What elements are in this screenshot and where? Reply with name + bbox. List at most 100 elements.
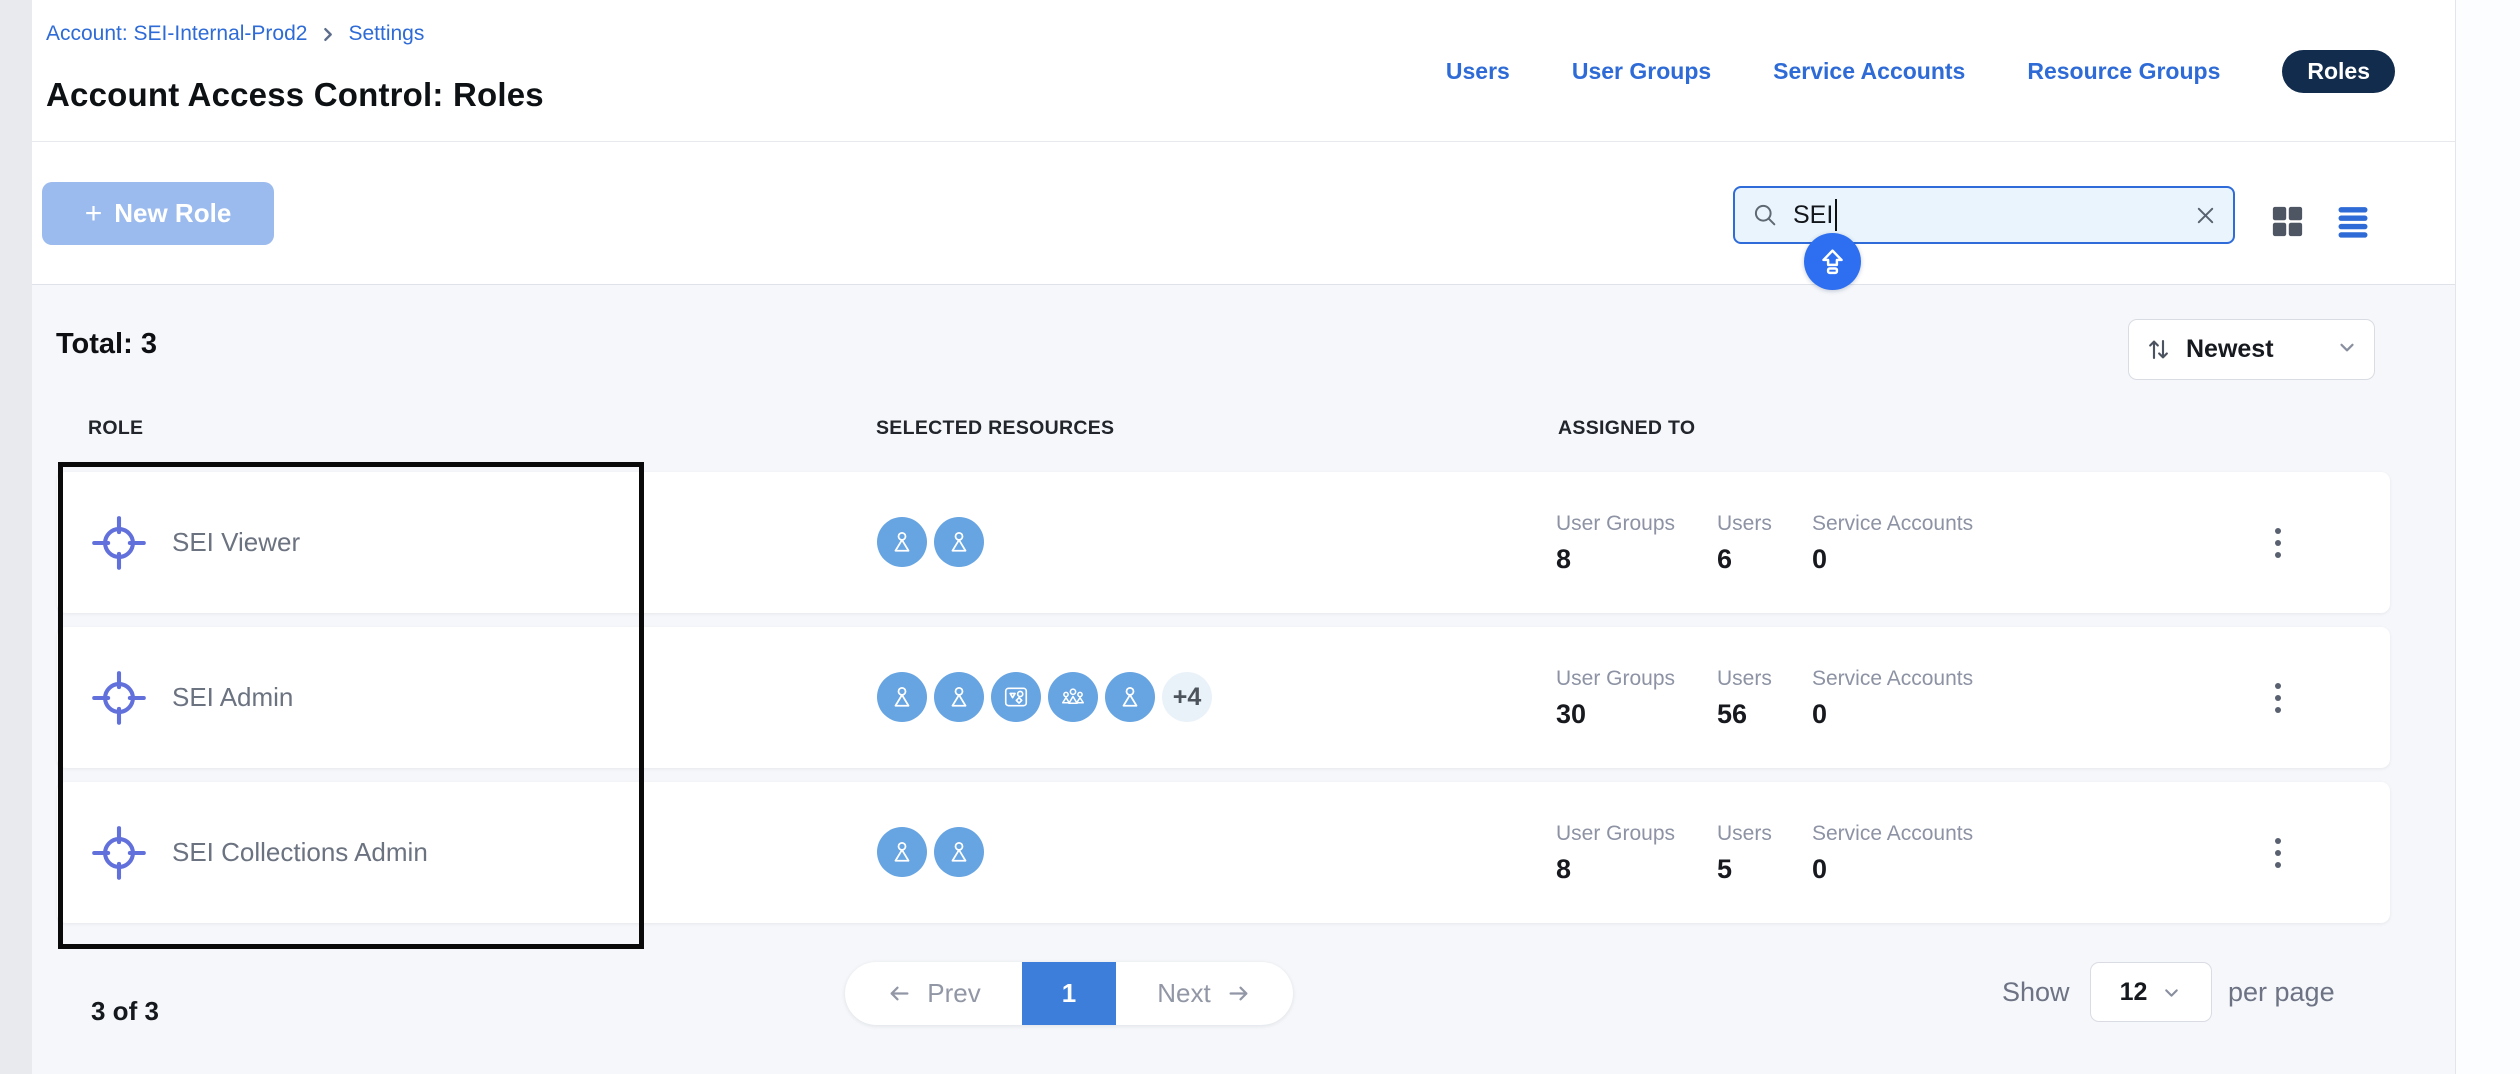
tab-users[interactable]: Users xyxy=(1446,58,1510,85)
resource-avatar-collection xyxy=(991,672,1041,722)
selected-resources xyxy=(877,827,984,877)
shift-icon xyxy=(1817,246,1848,277)
roles-list: SEI Viewer User Groups8 Users6 Service Acco… xyxy=(57,472,2390,937)
prev-page-button[interactable]: Prev xyxy=(845,962,1022,1025)
role-cell: SEI Admin xyxy=(90,627,293,768)
new-role-button[interactable]: + New Role xyxy=(42,182,274,245)
breadcrumb: Account: SEI-Internal-Prod2 Settings xyxy=(46,22,424,46)
toolbar: + New Role SEI xyxy=(32,142,2455,285)
resource-avatar-user xyxy=(877,672,927,722)
pagination: Prev 1 Next xyxy=(845,962,1293,1025)
page: Account: SEI-Internal-Prod2 Settings Acc… xyxy=(0,0,2520,1074)
tab-user-groups[interactable]: User Groups xyxy=(1572,58,1711,85)
show-label: Show xyxy=(2002,977,2070,1008)
new-role-label: New Role xyxy=(114,198,231,229)
assigned-users: Users5 xyxy=(1717,822,1772,885)
tab-resource-groups[interactable]: Resource Groups xyxy=(2027,58,2220,85)
total-count: Total: 3 xyxy=(56,328,157,361)
search-icon xyxy=(1751,201,1779,229)
content-panel: Account: SEI-Internal-Prod2 Settings Acc… xyxy=(32,0,2456,1074)
left-rail xyxy=(0,0,32,1074)
role-row[interactable]: SEI Admin +4 User Groups30 Users56 Service A… xyxy=(57,627,2390,768)
shift-key-indicator xyxy=(1804,233,1861,290)
sort-dropdown[interactable]: Newest xyxy=(2128,319,2375,380)
header-selected-resources: SELECTED RESOURCES xyxy=(876,417,1114,440)
resource-avatar-user xyxy=(934,827,984,877)
resource-avatar-user xyxy=(877,517,927,567)
breadcrumb-settings-link[interactable]: Settings xyxy=(348,22,424,46)
search-input[interactable]: SEI xyxy=(1733,186,2235,244)
search-value: SEI xyxy=(1793,201,1833,230)
prev-label: Prev xyxy=(927,978,980,1009)
role-name: SEI Collections Admin xyxy=(172,837,428,868)
role-target-icon xyxy=(90,669,148,727)
sort-arrows-icon xyxy=(2145,336,2172,363)
selected-resources: +4 xyxy=(877,672,1212,722)
user-group-icon xyxy=(1058,682,1088,712)
role-cell: SEI Collections Admin xyxy=(90,782,428,923)
page-size-dropdown[interactable]: 12 xyxy=(2090,962,2212,1022)
next-label: Next xyxy=(1157,978,1210,1009)
resource-avatar-group xyxy=(1048,672,1098,722)
role-target-icon xyxy=(90,824,148,882)
role-row[interactable]: SEI ViewerUser Groups8Users6Service Acco… xyxy=(57,472,2390,613)
chevron-down-icon xyxy=(2161,982,2182,1003)
plus-icon: + xyxy=(85,199,103,229)
breadcrumb-account-link[interactable]: Account: SEI-Internal-Prod2 xyxy=(46,22,307,46)
user-icon xyxy=(945,683,973,711)
assigned-users: Users56 xyxy=(1717,667,1772,730)
collection-icon xyxy=(1002,683,1030,711)
row-menu-button[interactable] xyxy=(2267,830,2289,876)
resource-avatar-user xyxy=(1105,672,1155,722)
top-nav: Users User Groups Service Accounts Resou… xyxy=(1446,50,2395,93)
page-header: Account: SEI-Internal-Prod2 Settings Acc… xyxy=(32,0,2455,142)
assigned-service-accounts: Service Accounts0 xyxy=(1812,512,1973,575)
user-icon xyxy=(888,838,916,866)
per-page-label: per page xyxy=(2228,977,2335,1008)
tab-roles-active[interactable]: Roles xyxy=(2282,50,2395,93)
grid-view-icon[interactable] xyxy=(2268,202,2307,241)
user-icon xyxy=(888,683,916,711)
page-size-value: 12 xyxy=(2120,978,2148,1007)
next-page-button[interactable]: Next xyxy=(1116,962,1293,1025)
assigned-service-accounts: Service Accounts0 xyxy=(1812,822,1973,885)
assigned-user-groups: User Groups30 xyxy=(1556,667,1675,730)
breadcrumb-chevron-icon xyxy=(319,26,336,43)
text-cursor xyxy=(1835,199,1837,231)
list-view-icon[interactable] xyxy=(2333,203,2373,240)
header-role: ROLE xyxy=(88,417,143,440)
chevron-down-icon xyxy=(2336,336,2358,363)
role-target-icon xyxy=(90,514,148,572)
assigned-user-groups: User Groups8 xyxy=(1556,822,1675,885)
page-number-active[interactable]: 1 xyxy=(1022,962,1116,1025)
assigned-service-accounts: Service Accounts0 xyxy=(1812,667,1973,730)
user-icon xyxy=(945,528,973,556)
role-row[interactable]: SEI Collections Admin User Groups8 Users5 S… xyxy=(57,782,2390,923)
role-cell: SEI Viewer xyxy=(90,472,300,613)
header-assigned-to: ASSIGNED TO xyxy=(1558,417,1695,440)
user-icon xyxy=(945,838,973,866)
resource-avatar-user xyxy=(934,672,984,722)
row-menu-button[interactable] xyxy=(2267,675,2289,721)
arrow-left-icon xyxy=(886,980,913,1007)
role-target-icon xyxy=(90,669,148,727)
resource-overflow-badge: +4 xyxy=(1162,672,1212,722)
role-name: SEI Viewer xyxy=(172,527,300,558)
sort-value: Newest xyxy=(2186,335,2274,364)
selected-resources xyxy=(877,517,984,567)
arrow-right-icon xyxy=(1225,980,1252,1007)
assigned-users: Users6 xyxy=(1717,512,1772,575)
view-toggle xyxy=(2268,202,2373,241)
row-menu-button[interactable] xyxy=(2267,520,2289,566)
role-target-icon xyxy=(90,514,148,572)
clear-search-button[interactable] xyxy=(2194,204,2217,227)
user-icon xyxy=(888,528,916,556)
page-title: Account Access Control: Roles xyxy=(46,76,544,114)
user-icon xyxy=(1116,683,1144,711)
role-target-icon xyxy=(90,824,148,882)
role-name: SEI Admin xyxy=(172,682,293,713)
tab-service-accounts[interactable]: Service Accounts xyxy=(1773,58,1965,85)
resource-avatar-user xyxy=(934,517,984,567)
results-count: 3 of 3 xyxy=(91,996,159,1027)
resource-avatar-user xyxy=(877,827,927,877)
